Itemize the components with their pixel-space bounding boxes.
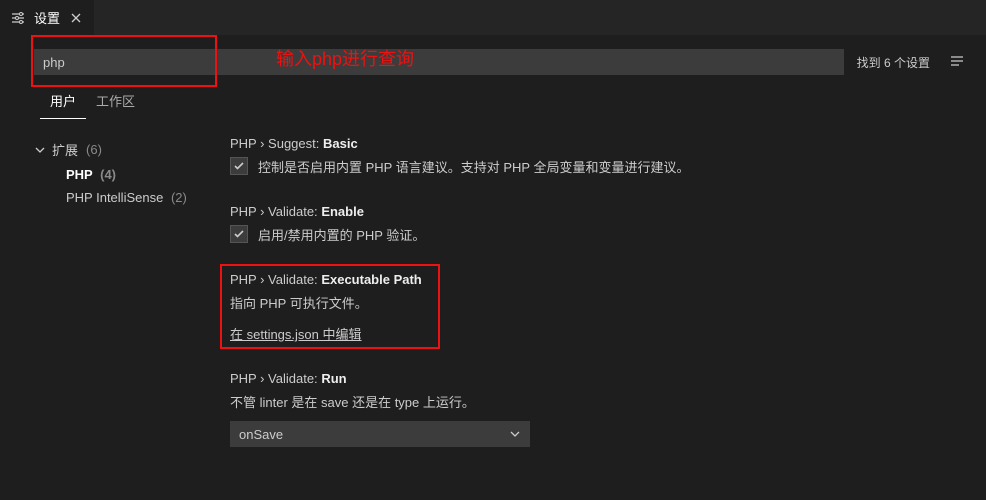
toc-toggle-icon[interactable]: [946, 51, 968, 73]
chevron-down-icon: [509, 428, 521, 440]
tree-node-php-intellisense[interactable]: PHP IntelliSense (2): [34, 186, 224, 209]
setting-name: Enable: [321, 204, 364, 219]
tab-user[interactable]: 用户: [40, 85, 86, 119]
setting-description: 指向 PHP 可执行文件。: [230, 293, 964, 312]
tree-node-label: 扩展: [52, 140, 78, 159]
setting-name: Executable Path: [321, 272, 421, 287]
tree-node-php[interactable]: PHP (4): [34, 163, 224, 186]
setting-category: PHP › Validate:: [230, 371, 318, 386]
settings-icon: [10, 11, 26, 25]
settings-tree: 扩展 (6) PHP (4) PHP IntelliSense (2): [34, 136, 224, 495]
setting-name: Basic: [323, 136, 358, 151]
tree-node-count: (6): [86, 142, 102, 157]
settings-search-input[interactable]: [34, 49, 844, 75]
tab-settings[interactable]: 设置: [0, 0, 94, 35]
annotation-text: 输入php进行查询: [276, 45, 414, 71]
edit-in-settings-json-link[interactable]: 在 settings.json 中编辑: [230, 324, 362, 343]
setting-description: 不管 linter 是在 save 还是在 type 上运行。: [230, 392, 964, 411]
settings-list: PHP › Suggest: Basic 控制是否启用内置 PHP 语言建议。支…: [224, 136, 986, 495]
search-row: 输入php进行查询 找到 6 个设置: [0, 35, 986, 85]
scope-tabs: 用户 工作区: [0, 85, 986, 120]
tree-child-count: (4): [100, 167, 116, 182]
setting-description: 控制是否启用内置 PHP 语言建议。支持对 PHP 全局变量和变量进行建议。: [258, 157, 689, 176]
setting-name: Run: [321, 371, 346, 386]
tab-title: 设置: [34, 8, 60, 27]
checkbox[interactable]: [230, 225, 248, 243]
setting-php-suggest-basic: PHP › Suggest: Basic 控制是否启用内置 PHP 语言建议。支…: [230, 136, 964, 176]
checkbox[interactable]: [230, 157, 248, 175]
setting-php-validate-enable: PHP › Validate: Enable 启用/禁用内置的 PHP 验证。: [230, 204, 964, 244]
chevron-down-icon: [34, 144, 48, 156]
setting-php-validate-executable-path: PHP › Validate: Executable Path 指向 PHP 可…: [230, 272, 964, 343]
setting-category: PHP › Validate:: [230, 272, 318, 287]
tab-workspace[interactable]: 工作区: [86, 85, 145, 119]
setting-php-validate-run: PHP › Validate: Run 不管 linter 是在 save 还是…: [230, 371, 964, 447]
tab-bar: 设置: [0, 0, 986, 35]
results-count: 找到 6 个设置: [857, 54, 930, 71]
tree-child-label: PHP IntelliSense: [66, 190, 163, 205]
setting-category: PHP › Validate:: [230, 204, 318, 219]
select-value: onSave: [239, 427, 283, 442]
tree-node-extensions[interactable]: 扩展 (6): [34, 136, 224, 163]
tree-child-count: (2): [171, 190, 187, 205]
close-icon[interactable]: [68, 10, 84, 26]
tree-child-label: PHP: [66, 167, 93, 182]
setting-category: PHP › Suggest:: [230, 136, 319, 151]
select-dropdown[interactable]: onSave: [230, 421, 530, 447]
setting-description: 启用/禁用内置的 PHP 验证。: [258, 225, 425, 244]
